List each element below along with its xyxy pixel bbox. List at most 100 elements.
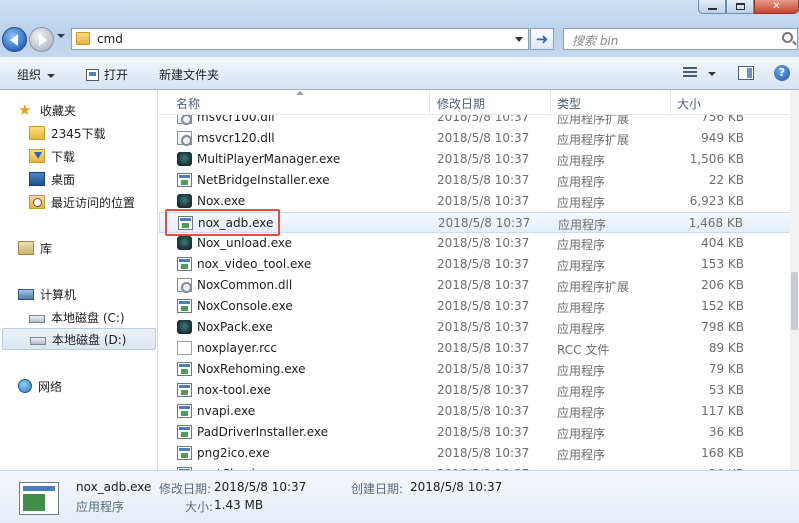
nav-item-2345-downloads[interactable]: 2345下载 [29, 122, 106, 144]
table-row[interactable]: nvapi.exe 2018/5/8 10:37 应用程序 117 KB [159, 401, 799, 422]
table-row[interactable]: Nox_unload.exe 2018/5/8 10:37 应用程序 404 KB [159, 233, 799, 254]
table-row[interactable]: Nox.exe 2018/5/8 10:37 应用程序 6,923 KB [159, 191, 799, 212]
nav-computer[interactable]: 计算机 [18, 283, 76, 305]
nox-icon [177, 236, 192, 250]
table-row[interactable]: NoxCommon.dll 2018/5/8 10:37 应用程序扩展 206 KB [159, 275, 799, 296]
column-divider[interactable] [670, 90, 671, 114]
maximize-button[interactable] [726, 0, 754, 14]
table-row[interactable]: nox-tool.exe 2018/5/8 10:37 应用程序 53 KB [159, 380, 799, 401]
file-name: Nox.exe [197, 194, 246, 208]
column-header-size[interactable]: 大小 [677, 95, 701, 112]
open-label: 打开 [104, 68, 129, 82]
column-header-name[interactable]: 名称 [176, 95, 200, 112]
nav-item-recent-places[interactable]: 最近访问的位置 [29, 191, 135, 213]
sort-arrow-icon [296, 91, 304, 95]
exe-icon [177, 446, 192, 460]
nav-item-downloads[interactable]: 下载 [29, 145, 75, 167]
file-date: 2018/5/8 10:37 [437, 299, 530, 313]
file-size: 206 KB [701, 278, 744, 292]
column-divider[interactable] [550, 90, 551, 114]
file-type: 应用程序 [557, 385, 606, 399]
file-size: 117 KB [701, 404, 744, 418]
file-date: 2018/5/8 10:37 [437, 320, 530, 334]
table-row[interactable]: NoxPack.exe 2018/5/8 10:37 应用程序 798 KB [159, 317, 799, 338]
details-size-value: 1.43 MB [214, 498, 264, 512]
nav-favorites[interactable]: ★ 收藏夹 [18, 99, 76, 121]
address-path[interactable]: cmd [97, 32, 123, 46]
column-divider[interactable] [429, 90, 430, 114]
file-date: 2018/5/8 10:37 [437, 131, 530, 145]
nav-drive-c[interactable]: 本地磁盘 (C:) [29, 306, 125, 328]
search-icon[interactable] [782, 32, 793, 43]
back-arrow-icon [9, 33, 18, 46]
computer-icon [18, 288, 34, 300]
scrollbar-thumb[interactable] [791, 272, 798, 330]
file-name: png2ico.exe [197, 446, 270, 460]
drive-icon [29, 314, 45, 323]
details-modified-label: 修改日期: [159, 482, 212, 496]
file-name: noxplayer.rcc [197, 341, 277, 355]
view-options-icon[interactable] [683, 67, 697, 79]
file-type: 应用程序 [557, 196, 606, 210]
details-file-type: 应用程序 [76, 500, 125, 514]
preview-pane-icon[interactable] [738, 66, 754, 80]
maximize-icon [735, 3, 745, 10]
file-type: 应用程序 [557, 238, 606, 252]
table-row[interactable]: PadDriverInstaller.exe 2018/5/8 10:37 应用程序… [159, 422, 799, 443]
close-icon: ✕ [772, 0, 781, 12]
file-type: 应用程序 [557, 154, 606, 168]
organize-button[interactable]: 组织 [17, 66, 56, 83]
view-dropdown-icon[interactable] [708, 72, 716, 76]
table-row[interactable]: MultiPlayerManager.exe 2018/5/8 10:37 应用程序… [159, 149, 799, 170]
title-bar: ✕ cmd ➜ 搜索 bin [0, 0, 799, 57]
table-row[interactable]: png2ico.exe 2018/5/8 10:37 应用程序 168 KB [159, 443, 799, 464]
exe-icon [177, 404, 192, 418]
exe-icon [177, 425, 192, 439]
exe-icon [177, 362, 192, 376]
file-size: 152 KB [701, 299, 744, 313]
file-date: 2018/5/8 10:37 [437, 341, 530, 355]
exe-icon [178, 216, 193, 230]
address-dropdown-icon[interactable] [515, 37, 523, 42]
doc-icon [177, 341, 192, 355]
address-bar[interactable]: cmd [71, 28, 529, 50]
nav-item-label: 最近访问的位置 [51, 195, 136, 210]
table-row[interactable]: NetBridgeInstaller.exe 2018/5/8 10:37 应用程序… [159, 170, 799, 191]
new-folder-button[interactable]: 新建文件夹 [159, 66, 219, 83]
file-date: 2018/5/8 10:37 [438, 216, 531, 230]
nav-item-label: 2345下载 [51, 126, 106, 141]
nav-drive-d[interactable]: 本地磁盘 (D:) [2, 328, 156, 350]
table-row[interactable]: noxplayer.rcc 2018/5/8 10:37 RCC 文件 89 KB [159, 338, 799, 359]
nox-icon [177, 152, 192, 166]
minimize-button[interactable] [698, 0, 726, 14]
table-row[interactable]: NoxConsole.exe 2018/5/8 10:37 应用程序 152 KB [159, 296, 799, 317]
column-header-type[interactable]: 类型 [557, 95, 581, 112]
file-type: 应用程序 [557, 259, 606, 273]
history-dropdown-icon[interactable] [57, 34, 65, 38]
nav-computer-label: 计算机 [40, 287, 77, 302]
file-size: 404 KB [701, 236, 744, 250]
close-button[interactable]: ✕ [754, 0, 799, 14]
go-button[interactable]: ➜ [530, 28, 554, 50]
table-row[interactable]: NoxRehoming.exe 2018/5/8 10:37 应用程序 79 KB [159, 359, 799, 380]
go-arrow-icon: ➜ [535, 29, 549, 48]
forward-button[interactable] [29, 27, 54, 52]
folder-icon [29, 126, 45, 140]
nav-drive-label: 本地磁盘 (C:) [51, 310, 125, 325]
table-row[interactable]: nox_adb.exe 2018/5/8 10:37 应用程序 1,468 KB [159, 212, 799, 233]
table-row[interactable]: nox_video_tool.exe 2018/5/8 10:37 应用程序 153 … [159, 254, 799, 275]
help-icon[interactable]: ? [774, 65, 790, 81]
library-icon [18, 241, 34, 255]
table-row[interactable]: msvcr120.dll 2018/5/8 10:37 应用程序扩展 949 KB [159, 128, 799, 149]
file-name: nox_adb.exe [198, 216, 274, 230]
file-name: NoxPack.exe [197, 320, 273, 334]
back-button[interactable] [2, 27, 27, 52]
nav-network[interactable]: 网络 [18, 375, 62, 397]
window-controls: ✕ [698, 0, 799, 14]
open-button[interactable]: 打开 [86, 66, 128, 83]
nav-libraries[interactable]: 库 [18, 237, 52, 259]
nav-item-desktop[interactable]: 桌面 [29, 168, 75, 190]
file-type: 应用程序 [558, 218, 607, 232]
search-input[interactable]: 搜索 bin [563, 28, 798, 50]
column-header-date[interactable]: 修改日期 [437, 95, 485, 112]
